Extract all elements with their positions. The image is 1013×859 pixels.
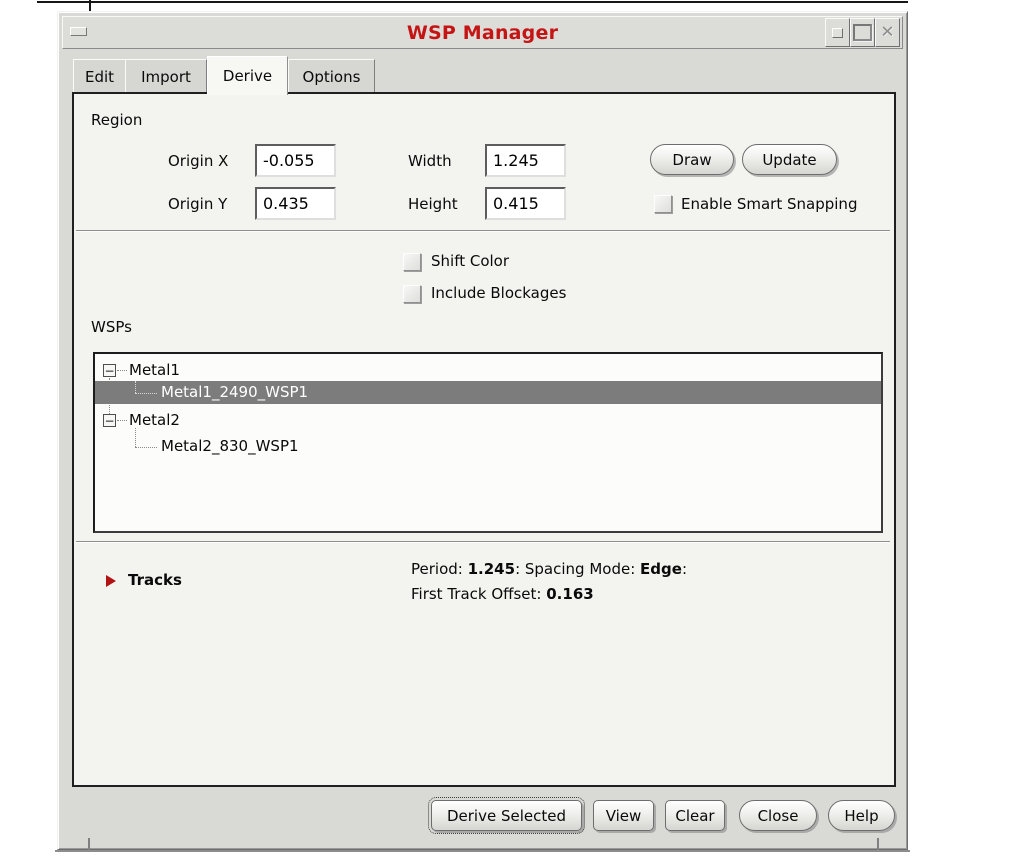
clear-button[interactable]: Clear xyxy=(665,800,725,831)
tree-connector xyxy=(135,447,157,448)
first-track-offset-label: First Track Offset: xyxy=(411,585,547,603)
close-button[interactable]: ✕ xyxy=(875,18,900,47)
tree-node-metal1[interactable]: Metal1 xyxy=(129,361,180,381)
derive-selected-button[interactable]: Derive Selected xyxy=(428,797,585,834)
spacing-mode-value: Edge xyxy=(640,560,682,578)
tab-options-label: Options xyxy=(302,67,361,86)
close-x-icon: ✕ xyxy=(880,22,895,42)
first-track-offset-value: 0.163 xyxy=(546,585,594,603)
tree-connector xyxy=(135,393,157,394)
view-button[interactable]: View xyxy=(593,800,654,831)
separator xyxy=(76,541,890,543)
tree-node-metal2[interactable]: Metal2 xyxy=(129,411,180,431)
origin-x-label: Origin X xyxy=(168,152,229,170)
tracks-info-line1: Period: 1.245: Spacing Mode: Edge: xyxy=(411,560,687,578)
background-window-edge-tick xyxy=(89,0,91,11)
window-title: WSP Manager xyxy=(406,22,559,44)
collapse-icon[interactable]: − xyxy=(103,414,116,427)
tree-connector xyxy=(117,370,127,371)
help-button[interactable]: Help xyxy=(828,800,895,831)
include-blockages-label: Include Blockages xyxy=(431,284,567,302)
tracks-section-label[interactable]: Tracks xyxy=(128,571,182,589)
spacing-suffix: : xyxy=(681,560,687,578)
period-value: 1.245 xyxy=(467,560,516,578)
tab-import[interactable]: Import xyxy=(125,59,207,93)
collapse-icon[interactable]: − xyxy=(103,364,116,377)
iconify-dot-icon xyxy=(832,27,843,38)
iconify-button[interactable] xyxy=(825,18,850,47)
wsp-manager-window: WSP Manager ✕ Edit Import Derive Options… xyxy=(57,11,908,850)
background-window-edge-bottom xyxy=(55,850,910,852)
shift-color-label: Shift Color xyxy=(431,252,510,270)
update-button[interactable]: Update xyxy=(742,144,837,175)
tree-leaf-metal2-830-wsp1[interactable]: Metal2_830_WSP1 xyxy=(161,437,299,457)
frame-resize-notch xyxy=(88,838,90,850)
tab-options[interactable]: Options xyxy=(288,59,375,93)
width-input[interactable] xyxy=(485,144,566,177)
height-input[interactable] xyxy=(485,187,566,220)
enable-smart-snapping-label: Enable Smart Snapping xyxy=(681,195,858,213)
tree-connector xyxy=(135,381,136,393)
tree-row-metal1-2490-wsp1-selected[interactable]: Metal1_2490_WSP1 xyxy=(95,381,881,404)
maximize-square-icon xyxy=(853,24,872,41)
origin-y-label: Origin Y xyxy=(168,195,228,213)
origin-y-input[interactable] xyxy=(255,187,336,220)
include-blockages-checkbox[interactable] xyxy=(403,285,421,303)
tree-connector xyxy=(117,420,127,421)
height-label: Height xyxy=(408,195,458,213)
tab-derive-label: Derive xyxy=(222,67,273,85)
maximize-button[interactable] xyxy=(850,18,875,47)
origin-x-input[interactable] xyxy=(255,144,336,177)
region-section-label: Region xyxy=(91,111,143,129)
tree-leaf-label: Metal1_2490_WSP1 xyxy=(161,383,309,401)
close-window-button[interactable]: Close xyxy=(739,800,817,831)
enable-smart-snapping-checkbox[interactable] xyxy=(654,195,672,213)
derive-tab-panel: Region Origin X Width Draw Update Origin… xyxy=(72,92,896,787)
period-label: Period: xyxy=(411,560,468,578)
draw-button[interactable]: Draw xyxy=(650,144,734,175)
titlebar[interactable]: WSP Manager ✕ xyxy=(62,16,903,49)
spacing-mode-label: : Spacing Mode: xyxy=(515,560,641,578)
tracks-info-line2: First Track Offset: 0.163 xyxy=(411,585,594,603)
expand-arrow-icon[interactable] xyxy=(106,575,116,587)
shift-color-checkbox[interactable] xyxy=(403,253,421,271)
tree-connector xyxy=(135,428,136,447)
width-label: Width xyxy=(408,152,452,170)
frame-resize-notch xyxy=(877,838,879,850)
tab-derive[interactable]: Derive xyxy=(207,56,288,95)
background-window-edge-top xyxy=(37,1,908,3)
tab-edit[interactable]: Edit xyxy=(73,59,126,93)
tab-import-label: Import xyxy=(141,67,191,86)
separator xyxy=(76,230,890,232)
tab-edit-label: Edit xyxy=(84,67,115,86)
wsps-tree[interactable]: − Metal1 Metal1_2490_WSP1 − Metal2 Metal… xyxy=(93,352,883,533)
wsps-section-label: WSPs xyxy=(91,318,132,336)
